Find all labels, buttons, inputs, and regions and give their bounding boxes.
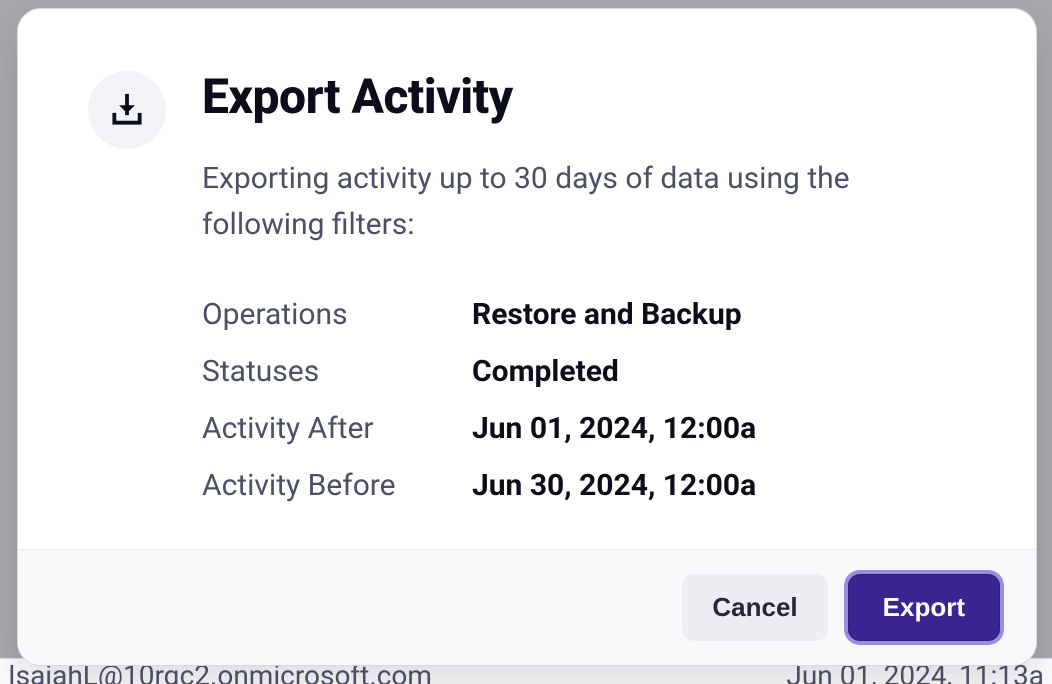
- filters-grid: Operations Restore and Backup Statuses C…: [202, 297, 988, 503]
- filter-label-activity-after: Activity After: [202, 411, 472, 446]
- export-button[interactable]: Export: [848, 574, 1000, 641]
- dialog-content: Export Activity Exporting activity up to…: [202, 69, 988, 529]
- filter-value-activity-before: Jun 30, 2024, 12:00a: [472, 468, 988, 503]
- modal-backdrop: IsaiahL@10rqc2.onmicrosoft.com Jun 01, 2…: [0, 0, 1052, 684]
- filter-value-operations: Restore and Backup: [472, 297, 988, 332]
- dialog-subtitle: Exporting activity up to 30 days of data…: [202, 156, 962, 249]
- dialog-footer: Cancel Export: [18, 549, 1036, 665]
- dialog-title: Export Activity: [202, 71, 988, 124]
- filter-label-operations: Operations: [202, 297, 472, 332]
- filter-value-statuses: Completed: [472, 354, 988, 389]
- cancel-button[interactable]: Cancel: [682, 574, 827, 641]
- filter-label-statuses: Statuses: [202, 354, 472, 389]
- export-activity-dialog: Export Activity Exporting activity up to…: [17, 8, 1037, 666]
- dialog-body: Export Activity Exporting activity up to…: [18, 9, 1036, 549]
- filter-value-activity-after: Jun 01, 2024, 12:00a: [472, 411, 988, 446]
- download-icon: [88, 71, 166, 149]
- filter-label-activity-before: Activity Before: [202, 468, 472, 503]
